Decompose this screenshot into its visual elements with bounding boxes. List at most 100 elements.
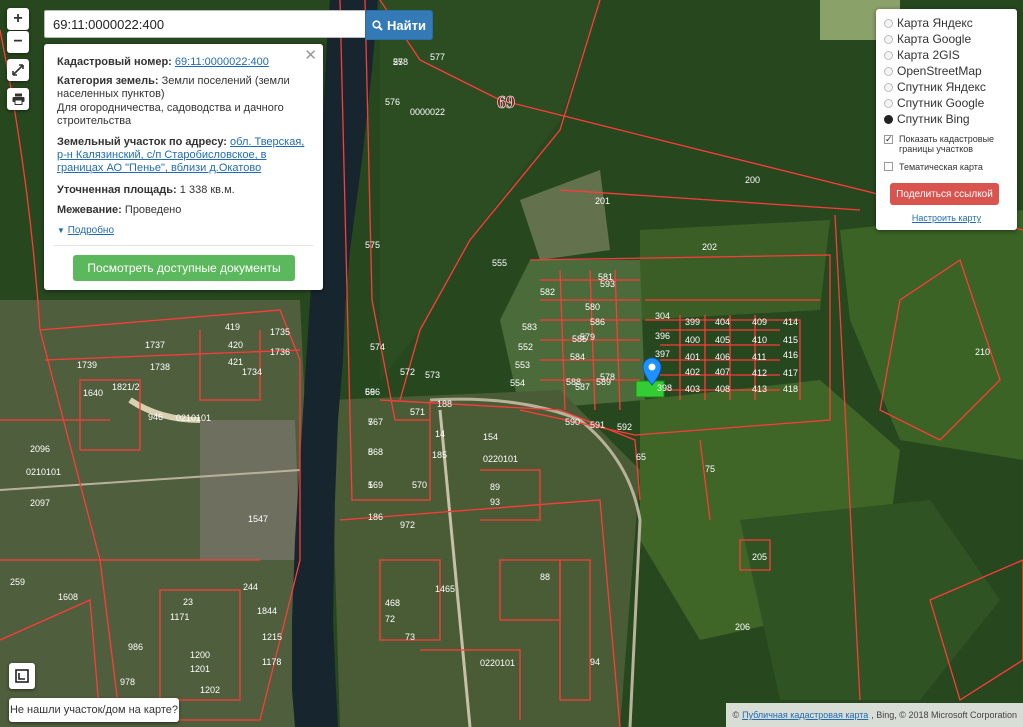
share-link-button[interactable]: Поделиться ссылкой [890, 183, 999, 205]
plot-number: 408 [715, 384, 730, 394]
layer-radio[interactable] [884, 34, 893, 44]
plot-number: 410 [752, 335, 767, 345]
show-boundaries-option[interactable]: ✓ Показать кадастровые границы участков [884, 134, 999, 154]
thematic-map-label: Тематическая карта [899, 162, 983, 172]
plot-number: 186 [368, 512, 383, 522]
plot-number: 399 [685, 317, 700, 327]
plot-number: 1215 [262, 632, 282, 642]
industrial-yard [200, 420, 300, 560]
plot-number: 571 [410, 407, 425, 417]
layer-option[interactable]: Спутник Яндекс [884, 80, 986, 94]
plot-number: 27 [393, 57, 403, 67]
plot-number: 89 [490, 482, 500, 492]
plot-number: 586 [590, 317, 605, 327]
show-boundaries-checkbox[interactable]: ✓ [884, 135, 893, 144]
view-documents-button[interactable]: Посмотреть доступные документы [73, 255, 295, 281]
plot-number: 406 [715, 352, 730, 362]
layer-option[interactable]: Карта Яндекс [884, 16, 973, 30]
layer-label: Спутник Яндекс [897, 80, 986, 94]
parcel-info-panel: ✕ Кадастровый номер: 69:11:0000022:400 К… [44, 44, 323, 290]
parcel-not-found-button[interactable]: Не нашли участок/дом на карте? [9, 698, 179, 722]
land-usage: Для огородничества, садоводства и дачног… [57, 102, 284, 127]
area-label: Уточненная площадь: [57, 184, 177, 196]
details-toggle[interactable]: ▼ Подробно [57, 224, 315, 237]
plot-number: 972 [400, 520, 415, 530]
plot-number: 2096 [30, 444, 50, 454]
plot-number: 577 [430, 52, 445, 62]
plot-number: 185 [432, 450, 447, 460]
plot-number: 418 [783, 384, 798, 394]
zoom-in-icon: + [13, 10, 23, 27]
layer-radio[interactable] [884, 50, 893, 60]
map-layers-panel: Карта Яндекс Карта Google Карта 2GIS OpenSt… [876, 9, 1017, 230]
fullscreen-button[interactable] [7, 59, 29, 81]
quarter-label-c: 0220101 [483, 454, 518, 464]
layer-radio[interactable] [884, 114, 893, 124]
plot-number: 1 [368, 480, 373, 490]
layer-radio[interactable] [884, 18, 893, 28]
layer-option[interactable]: Спутник Bing [884, 112, 970, 126]
plot-number: 1844 [257, 606, 277, 616]
address-label: Земельный участок по адресу: [57, 136, 227, 148]
divider [54, 245, 313, 246]
zoom-out-icon: − [13, 33, 23, 50]
plot-number: 593 [600, 279, 615, 289]
plot-number: 1734 [242, 367, 262, 377]
layer-option[interactable]: Карта Google [884, 32, 971, 46]
public-cadastral-map-link[interactable]: Публичная кадастровая карта [742, 710, 868, 720]
plot-number: 591 [590, 420, 605, 430]
plot-number: 573 [425, 370, 440, 380]
plot-number: 200 [745, 175, 760, 185]
cadastral-number-link[interactable]: 69:11:0000022:400 [175, 56, 269, 68]
plot-number: 69 [365, 387, 375, 397]
details-link[interactable]: Подробно [68, 225, 114, 236]
search-input[interactable] [44, 10, 368, 38]
thematic-map-option[interactable]: Тематическая карта [884, 162, 983, 172]
thematic-map-checkbox[interactable] [884, 162, 893, 171]
layer-option[interactable]: Спутник Google [884, 96, 984, 110]
plot-number: 553 [515, 360, 530, 370]
print-button[interactable] [7, 88, 29, 110]
legend-button[interactable] [9, 663, 35, 689]
plot-number: 1821/2 [112, 382, 140, 392]
plot-number: 1735 [270, 327, 290, 337]
layer-radio[interactable] [884, 66, 893, 76]
region-label: 69 [497, 92, 515, 112]
plot-number: 409 [752, 317, 767, 327]
layer-option[interactable]: Карта 2GIS [884, 48, 960, 62]
plot-number: 585 [572, 334, 587, 344]
copyright-text: , Bing, © 2018 Microsoft Corporation [871, 710, 1017, 720]
copyright-sign: © [732, 710, 740, 720]
zoom-in-button[interactable]: + [7, 8, 29, 30]
quarter-label-a: 0210101 [176, 413, 211, 423]
legend-icon [15, 669, 29, 683]
configure-map-link[interactable]: Настроить карту [912, 213, 981, 223]
layer-label: Спутник Google [897, 96, 985, 110]
plot-number: 206 [735, 622, 750, 632]
plot-number: 1178 [262, 657, 281, 667]
plot-number: 23 [183, 597, 193, 607]
plot-number: 7 [368, 417, 373, 427]
plot-number: 583 [522, 322, 537, 332]
plot-number: 411 [752, 352, 766, 362]
copyright-bar: © Публичная кадастровая карта , Bing, © … [726, 703, 1023, 727]
layer-label: Карта Google [897, 32, 972, 46]
print-icon [12, 93, 24, 105]
plot-number: 396 [655, 331, 670, 341]
plot-number: 65 [636, 452, 646, 462]
layer-radio[interactable] [884, 82, 893, 92]
search-button-label: Найти [387, 17, 426, 33]
search-button[interactable]: Найти [365, 10, 433, 40]
plot-number: 582 [540, 287, 555, 297]
caret-down-icon: ▼ [57, 226, 65, 235]
plot-number: 584 [570, 352, 585, 362]
layer-radio[interactable] [884, 98, 893, 108]
layer-option[interactable]: OpenStreetMap [884, 64, 982, 78]
plot-number: 946 [148, 412, 163, 422]
plot-number: 14 [435, 429, 445, 439]
fullscreen-icon [12, 64, 24, 76]
plot-number: 417 [783, 368, 798, 378]
plot-number: 405 [715, 335, 730, 345]
plot-number: 1547 [248, 514, 268, 524]
zoom-out-button[interactable]: − [7, 31, 29, 53]
